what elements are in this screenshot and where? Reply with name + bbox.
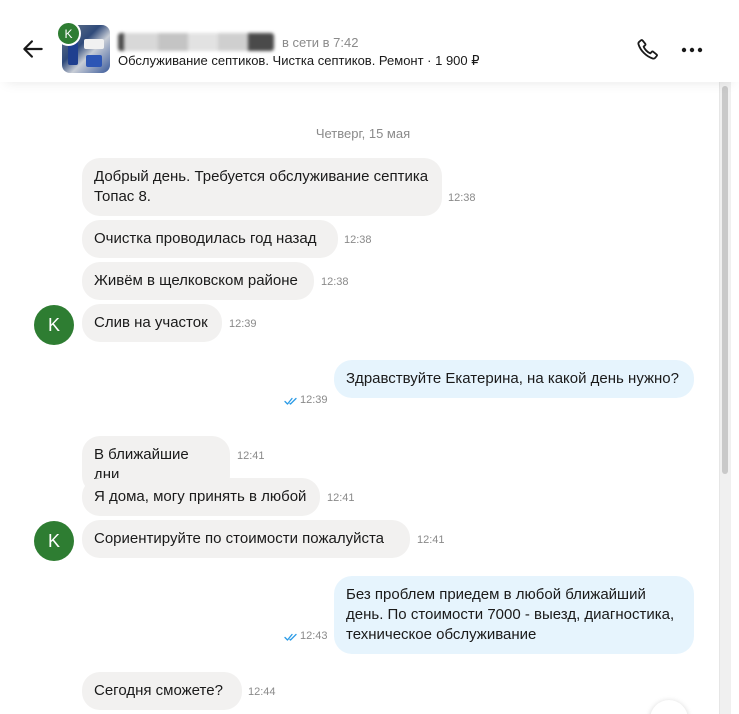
message-text: Добрый день. Требуется обслуживание септ… — [94, 168, 429, 205]
message-text: Без проблем приедем в любой ближайший де… — [346, 586, 675, 643]
message-time: 12:38 — [321, 276, 349, 288]
message-text: Сегодня сможете? — [94, 682, 223, 699]
back-arrow-icon[interactable] — [20, 36, 46, 62]
sender-avatar[interactable]: K — [34, 521, 74, 561]
online-status: в сети в 7:42 — [282, 35, 359, 50]
message-text: Живём в щелковском районе — [94, 272, 298, 289]
incoming-message[interactable]: Сегодня сможете? — [82, 672, 242, 710]
phone-icon[interactable] — [636, 37, 660, 61]
message-time: 12:38 — [448, 192, 476, 204]
read-checkmarks-icon — [284, 633, 297, 641]
message-text: Здравствуйте Екатерина, на какой день ну… — [346, 370, 679, 387]
message-text: Я дома, могу принять в любой — [94, 488, 307, 505]
chat-header: K в сети в 7:42 Обслуживание септиков. Ч… — [0, 0, 739, 82]
outgoing-message[interactable]: Здравствуйте Екатерина, на какой день ну… — [334, 360, 694, 398]
message-time: 12:39 — [300, 394, 328, 406]
scroll-down-button[interactable] — [650, 700, 688, 714]
message-time: 12:38 — [344, 234, 372, 246]
incoming-message[interactable]: Живём в щелковском районе — [82, 262, 314, 300]
message-time: 12:41 — [327, 492, 355, 504]
message-time: 12:39 — [229, 318, 257, 330]
incoming-message[interactable]: Я дома, могу принять в любой — [82, 478, 320, 516]
ad-title[interactable]: Обслуживание септиков. Чистка септиков. … — [118, 53, 480, 69]
date-separator: Четверг, 15 мая — [315, 126, 411, 141]
incoming-message[interactable]: Слив на участок — [82, 304, 222, 342]
header-avatar: K — [56, 21, 81, 46]
message-time: 12:43 — [300, 630, 328, 642]
message-time: 12:41 — [417, 534, 445, 546]
incoming-message[interactable]: Очистка проводилась год назад — [82, 220, 338, 258]
message-text: Сориентируйте по стоимости пожалуйста — [94, 530, 385, 547]
more-options-icon[interactable] — [680, 40, 704, 60]
incoming-message[interactable]: Добрый день. Требуется обслуживание септ… — [82, 158, 442, 216]
contact-name-redacted[interactable] — [118, 33, 274, 51]
sender-avatar[interactable]: K — [34, 305, 74, 345]
message-text: Очистка проводилась год назад — [94, 230, 317, 247]
message-time: 12:44 — [248, 686, 276, 698]
read-checkmarks-icon — [284, 397, 297, 405]
message-text: Слив на участок — [94, 314, 208, 331]
outgoing-message[interactable]: Без проблем приедем в любой ближайший де… — [334, 576, 694, 654]
message-time: 12:41 — [237, 450, 265, 462]
scrollbar-thumb[interactable] — [722, 86, 728, 474]
incoming-message[interactable]: Сориентируйте по стоимости пожалуйста — [82, 520, 410, 558]
